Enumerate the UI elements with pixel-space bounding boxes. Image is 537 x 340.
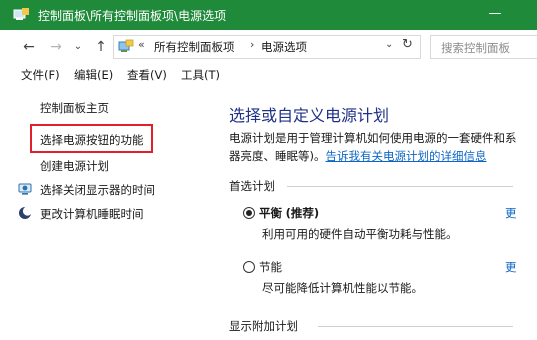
window-title: 控制面板\所有控制面板项\电源选项 — [38, 9, 227, 23]
sidebar-link-create-plan[interactable]: 创建电源计划 — [40, 158, 109, 174]
breadcrumb-separator[interactable]: › — [250, 38, 254, 51]
change-plan-settings-link[interactable]: 更 — [505, 259, 517, 275]
radio-selected-dot — [246, 210, 252, 216]
description-line-2: 器亮度、睡眠等)。告诉我有关电源计划的详细信息 — [229, 148, 487, 164]
preferred-plans-label: 首选计划 — [229, 179, 275, 193]
menu-bar: 文件(F) 编辑(E) 查看(V) 工具(T) — [0, 64, 537, 86]
additional-plans-label[interactable]: 显示附加计划 — [229, 318, 298, 334]
breadcrumb-all-items[interactable]: 所有控制面板项 — [154, 39, 235, 55]
back-arrow-icon[interactable]: ← — [20, 37, 38, 57]
divider — [318, 326, 513, 327]
page-title: 选择或自定义电源计划 — [229, 106, 390, 125]
plan-power-saver-label[interactable]: 节能 — [259, 259, 282, 275]
menu-tools[interactable]: 工具(T) — [181, 67, 220, 83]
plan-balanced-tag: (推荐) — [285, 206, 320, 220]
breadcrumb-power-options[interactable]: 电源选项 — [261, 39, 307, 55]
plan-balanced-name: 平衡 — [259, 206, 282, 220]
up-arrow-icon[interactable]: ↑ — [92, 37, 110, 57]
sidebar-link-power-buttons[interactable]: 选择电源按钮的功能 — [40, 132, 144, 148]
control-panel-icon — [13, 8, 29, 20]
plan-power-saver-description: 尽可能降低计算机性能以节能。 — [262, 281, 423, 295]
description-line-1: 电源计划是用于管理计算机如何使用电源的一套硬件和系 — [229, 131, 517, 145]
description-line-2-text: 器亮度、睡眠等)。 — [229, 149, 326, 163]
breadcrumb-overflow[interactable]: « — [138, 38, 145, 51]
plan-balanced-label[interactable]: 平衡 (推荐) — [259, 205, 319, 221]
search-input[interactable]: 搜索控制面板 — [430, 35, 537, 59]
plan-power-saver-radio[interactable] — [243, 261, 255, 273]
refresh-icon[interactable]: ↻ — [402, 37, 413, 52]
control-panel-icon — [118, 39, 134, 52]
menu-edit[interactable]: 编辑(E) — [74, 67, 113, 83]
sidebar-link-home[interactable]: 控制面板主页 — [40, 100, 109, 116]
plan-balanced-description: 利用可用的硬件自动平衡功耗与性能。 — [262, 227, 458, 241]
moon-icon — [19, 206, 32, 219]
navigation-bar: ← → ⌄ ↑ « 所有控制面板项 › 电源选项 ⌄ ↻ 搜索控制面板 — [0, 30, 537, 64]
history-dropdown-icon[interactable]: ⌄ — [69, 37, 87, 57]
title-bar: 控制面板\所有控制面板项\电源选项 — — [0, 0, 537, 30]
minimize-button[interactable]: — — [487, 4, 503, 24]
monitor-icon — [18, 183, 32, 195]
chevron-down-icon[interactable]: ⌄ — [385, 39, 393, 50]
address-bar[interactable]: « 所有控制面板项 › 电源选项 ⌄ ↻ — [113, 35, 421, 59]
forward-arrow-icon[interactable]: → — [47, 37, 65, 57]
divider — [287, 186, 513, 187]
plan-balanced-radio[interactable] — [243, 207, 255, 219]
menu-file[interactable]: 文件(F) — [21, 67, 60, 83]
sidebar-link-display-off[interactable]: 选择关闭显示器的时间 — [40, 182, 155, 198]
sidebar-link-sleep[interactable]: 更改计算机睡眠时间 — [40, 206, 144, 222]
search-placeholder: 搜索控制面板 — [441, 41, 510, 55]
power-plan-info-link[interactable]: 告诉我有关电源计划的详细信息 — [326, 149, 487, 163]
change-plan-settings-link[interactable]: 更 — [505, 205, 517, 221]
menu-view[interactable]: 查看(V) — [127, 67, 167, 83]
